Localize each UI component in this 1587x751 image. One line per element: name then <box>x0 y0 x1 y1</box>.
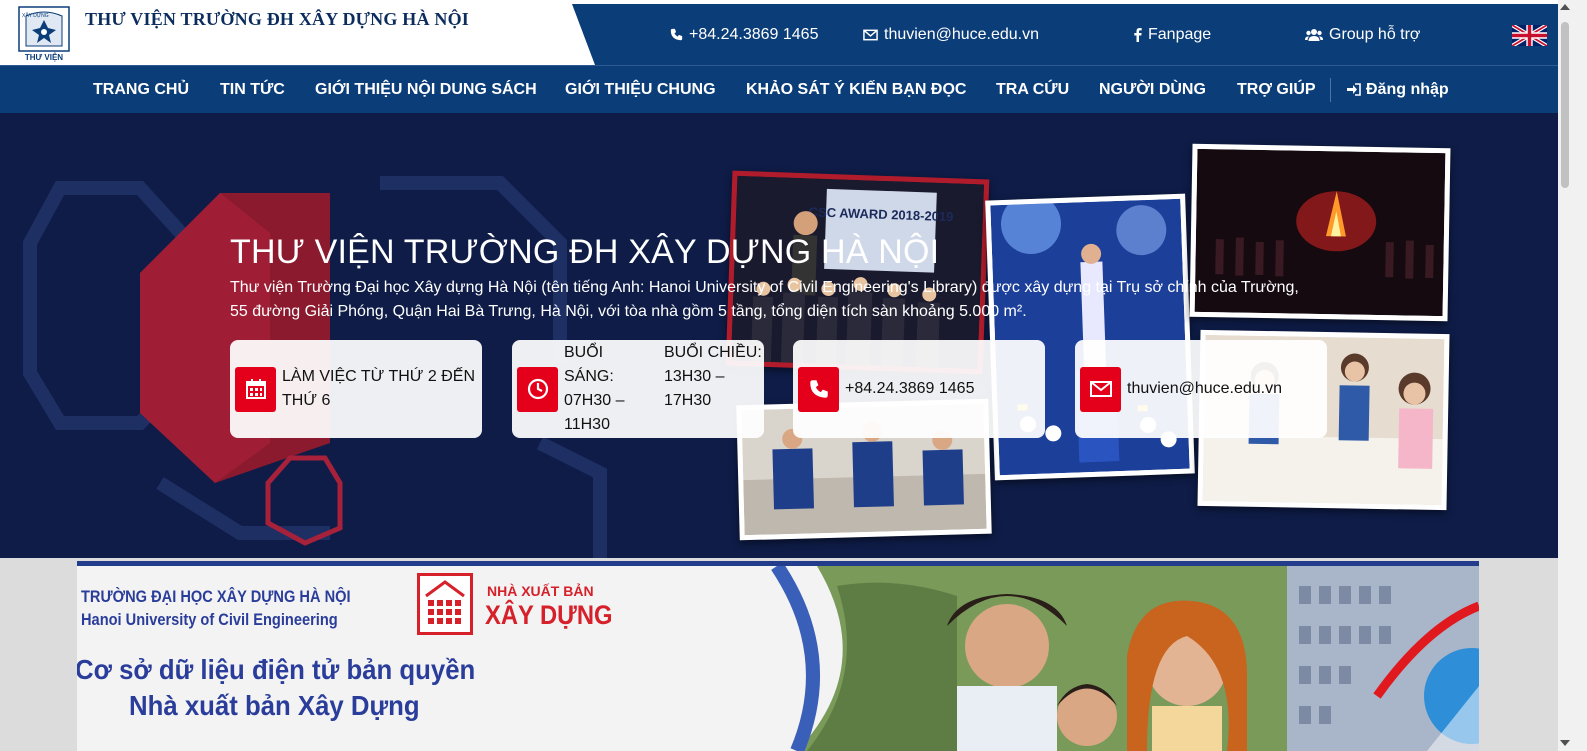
header-email-text: thuvien@huce.edu.vn <box>884 25 1040 43</box>
email-card[interactable]: thuvien@huce.edu.vn <box>1075 340 1327 438</box>
nav-item-search[interactable]: TRA CỨU <box>996 66 1069 113</box>
brand-area: XÂY DỰNG THƯ VIỆN THƯ VIỆN TRƯỜNG ĐH XÂY… <box>0 4 595 65</box>
nav-item-book-intro[interactable]: GIỚI THIỆU NỘI DUNG SÁCH <box>315 66 537 113</box>
banner-publisher-big: XÂY DỰNG <box>485 600 613 630</box>
banner-university-vn: TRƯỜNG ĐẠI HỌC XÂY DỰNG HÀ NỘI <box>81 587 351 606</box>
sign-in-icon <box>1347 83 1361 96</box>
banner-university-en: Hanoi University of Civil Engineering <box>81 610 338 629</box>
hero-section: CSC AWARD 2018-2019 THƯ VIỆN TRƯỜNG ĐH X… <box>0 113 1558 558</box>
afternoon-hours: 13H30 – 17H30 <box>664 368 725 409</box>
header-phone-text: +84.24.3869 1465 <box>689 25 819 43</box>
nav-item-users[interactable]: NGƯỜI DÙNG <box>1099 66 1206 113</box>
login-text: Đăng nhập <box>1366 80 1449 98</box>
banner-db-line2: Nhà xuất bản Xây Dựng <box>129 690 420 721</box>
banner-db-line1: Cơ sở dữ liệu điện tử bản quyền <box>77 654 476 685</box>
calendar-icon <box>235 366 276 412</box>
header-phone-link[interactable]: +84.24.3869 1465 <box>670 4 818 65</box>
nav-divider <box>1330 78 1331 102</box>
phone-card[interactable]: +84.24.3869 1465 <box>793 340 1045 438</box>
banner-publisher-small: NHÀ XUẤT BẢN <box>487 583 594 599</box>
publisher-database-banner[interactable]: TRƯỜNG ĐẠI HỌC XÂY DỰNG HÀ NỘI Hanoi Uni… <box>77 561 1479 751</box>
support-group-text: Group hỗ trợ <box>1329 25 1421 43</box>
fanpage-link[interactable]: Fanpage <box>1134 4 1211 65</box>
uk-flag-icon[interactable] <box>1510 23 1549 48</box>
envelope-icon <box>863 29 878 40</box>
clock-icon <box>517 366 558 412</box>
logo-caption: THƯ VIỆN <box>25 53 63 62</box>
banner-section: TRƯỜNG ĐẠI HỌC XÂY DỰNG HÀ NỘI Hanoi Uni… <box>0 558 1558 751</box>
phone-square-icon <box>798 366 839 412</box>
main-nav: TRANG CHỦ TIN TỨC GIỚI THIỆU NỘI DUNG SÁ… <box>0 65 1558 113</box>
envelope-card-icon <box>1080 366 1121 412</box>
working-days-text: LÀM VIỆC TỪ THỨ 2 ĐẾN THỨ 6 <box>282 368 475 409</box>
login-link[interactable]: Đăng nhập <box>1347 66 1449 113</box>
publisher-logo-icon <box>417 573 473 635</box>
nav-item-survey[interactable]: KHẢO SÁT Ý KIẾN BẠN ĐỌC <box>746 66 966 113</box>
email-card-text: thuvien@huce.edu.vn <box>1127 380 1283 397</box>
facebook-icon <box>1134 28 1142 42</box>
nav-item-home[interactable]: TRANG CHỦ <box>93 66 189 113</box>
hero-title: THƯ VIỆN TRƯỜNG ĐH XÂY DỰNG HÀ NỘI <box>230 233 940 271</box>
support-group-link[interactable]: Group hỗ trợ <box>1305 4 1420 65</box>
nav-item-news[interactable]: TIN TỨC <box>220 66 285 113</box>
hero-description: Thư viện Trường Đại học Xây dựng Hà Nội … <box>230 279 1299 320</box>
scrollbar-thumb[interactable] <box>1561 22 1569 188</box>
scroll-up-arrow-icon[interactable] <box>1560 4 1570 10</box>
nav-item-about[interactable]: GIỚI THIỆU CHUNG <box>565 66 716 113</box>
phone-card-text: +84.24.3869 1465 <box>845 380 975 397</box>
top-bar: XÂY DỰNG THƯ VIỆN THƯ VIỆN TRƯỜNG ĐH XÂY… <box>0 4 1558 65</box>
nav-item-help[interactable]: TRỢ GIÚP <box>1237 66 1316 113</box>
header-email-link[interactable]: thuvien@huce.edu.vn <box>863 4 1039 65</box>
logo-arc-text: XÂY DỰNG <box>22 12 49 19</box>
phone-icon <box>670 28 683 41</box>
users-icon <box>1305 28 1323 41</box>
working-days-card: LÀM VIỆC TỪ THỨ 2 ĐẾN THỨ 6 <box>230 340 482 438</box>
morning-label: BUỔI SÁNG: <box>564 344 614 385</box>
opening-hours-card: BUỔI SÁNG: 07H30 – 11H30 BUỔI CHIỀU: 13H… <box>512 340 764 438</box>
morning-hours: 07H30 – 11H30 <box>564 392 625 433</box>
site-title[interactable]: THƯ VIỆN TRƯỜNG ĐH XÂY DỰNG HÀ NỘI <box>85 9 469 30</box>
fanpage-text: Fanpage <box>1148 25 1212 43</box>
scroll-down-arrow-icon[interactable] <box>1560 740 1570 746</box>
library-logo[interactable]: XÂY DỰNG THƯ VIỆN <box>18 6 70 63</box>
afternoon-label: BUỔI CHIỀU: <box>664 344 762 361</box>
